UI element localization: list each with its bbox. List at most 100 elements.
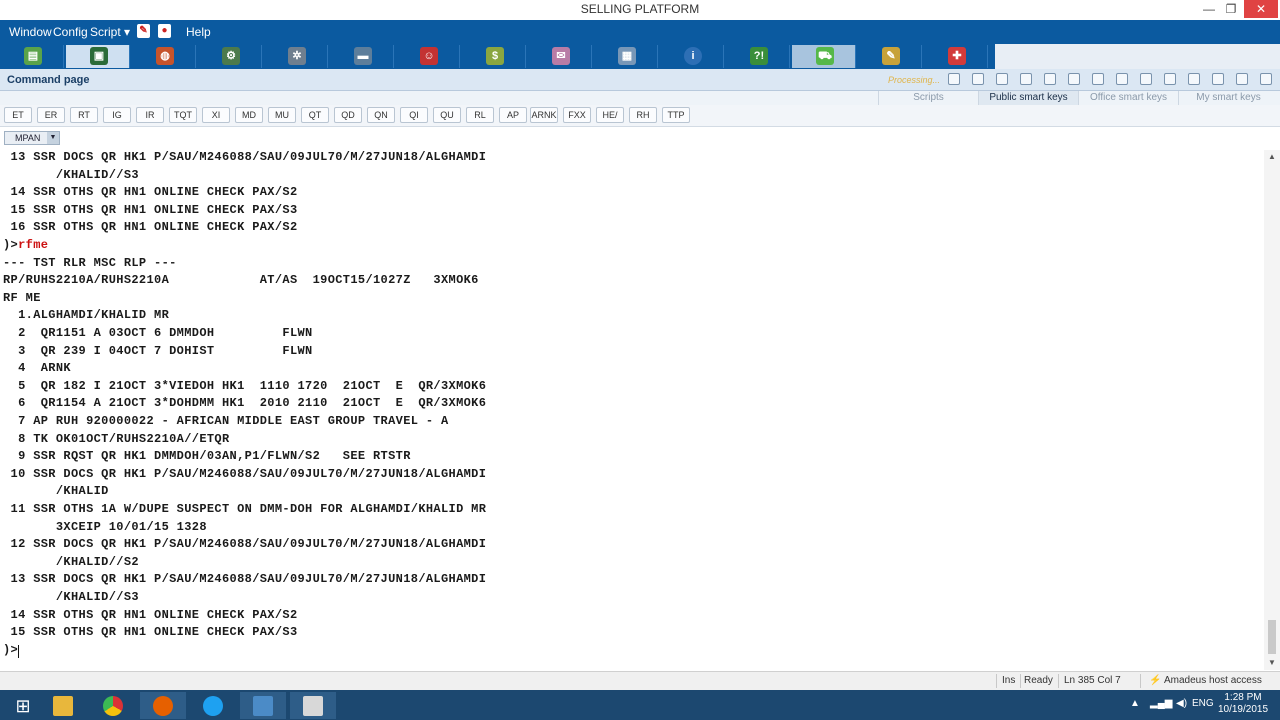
script-edit-icon[interactable]: ✎ [137, 24, 150, 38]
key-er[interactable]: ER [37, 107, 65, 123]
paste-icon[interactable] [1092, 73, 1104, 85]
mpan-dropdown[interactable]: MPAN ▼ [4, 131, 60, 145]
key-qu[interactable]: QU [433, 107, 461, 123]
command-terminal[interactable]: 13 SSR DOCS QR HK1 P/SAU/M246088/SAU/09J… [0, 150, 1264, 670]
toolbar-button-11[interactable]: i [660, 45, 724, 68]
title-bar: SELLING PLATFORM — ❐ ✕ [0, 0, 1280, 20]
scroll-up-icon[interactable]: ▲ [1264, 150, 1280, 164]
key-md[interactable]: MD [235, 107, 263, 123]
scrollbar-thumb[interactable] [1268, 620, 1276, 654]
key-rh[interactable]: RH [629, 107, 657, 123]
toolbar-button-7[interactable]: ☺ [396, 45, 460, 68]
toolbar-button-8[interactable]: $ [462, 45, 526, 68]
key-fxx[interactable]: FXX [563, 107, 591, 123]
pin-icon: ✚ [948, 47, 966, 65]
key-he[interactable]: HE/ [596, 107, 624, 123]
tab-scripts[interactable]: Scripts [878, 91, 978, 105]
toolbar-button-5[interactable]: ✲ [264, 45, 328, 68]
search-icon[interactable] [1164, 73, 1176, 85]
settings-cog-icon: ✲ [288, 47, 306, 65]
stop-icon[interactable] [948, 73, 960, 85]
key-ttp[interactable]: TTP [662, 107, 690, 123]
taskbar-clock[interactable]: 1:28 PM 10/19/2015 [1214, 692, 1272, 716]
toolbar-button-13[interactable]: ⛟ [792, 45, 856, 68]
menu-script[interactable]: Script ▾ [90, 25, 130, 39]
terminal-line: 11 SSR OTHS 1A W/DUPE SUSPECT ON DMM-DOH… [3, 502, 487, 516]
refresh-icon[interactable] [972, 73, 984, 85]
toolbar-button-3[interactable]: ◍ [132, 45, 196, 68]
list-icon[interactable] [1116, 73, 1128, 85]
options-icon[interactable] [1140, 73, 1152, 85]
terminal-line: 10 SSR DOCS QR HK1 P/SAU/M246088/SAU/09J… [3, 466, 487, 481]
scroll-down-icon[interactable]: ▼ [1264, 656, 1280, 670]
menu-window[interactable]: Window [9, 25, 52, 39]
terminal-line: RP/RUHS2210A/RUHS2210A AT/AS 19OCT15/102… [3, 273, 479, 288]
key-rt[interactable]: RT [70, 107, 98, 123]
toolbar-button-9[interactable]: ✉ [528, 45, 592, 68]
terminal-line: 15 SSR OTHS QR HN1 ONLINE CHECK PAX/S3 [3, 202, 298, 217]
key-qt[interactable]: QT [301, 107, 329, 123]
smart-keys-tabs: Scripts Public smart keys Office smart k… [0, 91, 1280, 105]
key-xi[interactable]: XI [202, 107, 230, 123]
settings-icon[interactable] [1188, 73, 1200, 85]
home-icon[interactable] [1020, 73, 1032, 85]
taskbar-selling-platform[interactable] [290, 692, 336, 719]
key-rl[interactable]: RL [466, 107, 494, 123]
toolbar-button-14[interactable]: ✎ [858, 45, 922, 68]
clear-icon[interactable] [996, 73, 1008, 85]
taskbar-amadeus[interactable] [240, 692, 286, 719]
key-tqt[interactable]: TQT [169, 107, 197, 123]
menu-config[interactable]: Config [53, 25, 88, 39]
key-qi[interactable]: QI [400, 107, 428, 123]
person-icon: ☺ [420, 47, 438, 65]
toolbar-button-12[interactable]: ?! [726, 45, 790, 68]
terminal-line: 3XCEIP 10/01/15 1328 [3, 519, 207, 534]
terminal-line: 7 AP RUH 920000022 - AFRICAN MIDDLE EAST… [3, 414, 449, 428]
toolbar-button-10[interactable]: ▦ [594, 45, 658, 68]
key-qd[interactable]: QD [334, 107, 362, 123]
restore-button[interactable]: ❐ [1220, 0, 1242, 18]
tab-public-smart-keys[interactable]: Public smart keys [978, 91, 1078, 105]
volume-icon[interactable]: ◀) [1176, 698, 1187, 709]
copy-icon[interactable] [1068, 73, 1080, 85]
taskbar-internet-explorer[interactable] [190, 692, 236, 719]
taskbar-file-explorer[interactable] [40, 692, 86, 719]
terminal-line: 14 SSR OTHS QR HN1 ONLINE CHECK PAX/S2 [3, 607, 298, 622]
mpan-label: MPAN [15, 133, 41, 143]
text-cursor [18, 644, 19, 658]
network-icon[interactable]: ▂▄▆ [1150, 698, 1172, 709]
status-separator [1020, 674, 1021, 688]
key-qn[interactable]: QN [367, 107, 395, 123]
script-record-icon[interactable]: ● [158, 24, 171, 38]
toolbar-button-4[interactable]: ⚙ [198, 45, 262, 68]
close-button[interactable]: ✕ [1244, 0, 1278, 18]
terminal-line: RF ME [3, 290, 41, 305]
key-ir[interactable]: IR [136, 107, 164, 123]
window-icon[interactable] [1212, 73, 1224, 85]
key-ap[interactable]: AP [499, 107, 527, 123]
printer-icon[interactable] [1260, 73, 1272, 85]
toolbar-button-2[interactable]: ▣ [66, 45, 130, 68]
window-title: SELLING PLATFORM [580, 2, 700, 16]
key-et[interactable]: ET [4, 107, 32, 123]
print-icon[interactable] [1044, 73, 1056, 85]
tab-my-smart-keys[interactable]: My smart keys [1178, 91, 1278, 105]
terminal-scrollbar[interactable]: ▲ ▼ [1264, 150, 1280, 670]
taskbar-firefox[interactable] [140, 692, 186, 719]
key-mu[interactable]: MU [268, 107, 296, 123]
key-arnk[interactable]: ARNK [530, 107, 558, 123]
key-ig[interactable]: IG [103, 107, 131, 123]
export-icon[interactable] [1236, 73, 1248, 85]
toolbar-button-15[interactable]: ✚ [924, 45, 988, 68]
tray-language[interactable]: ENG [1192, 698, 1214, 709]
menu-help[interactable]: Help [186, 25, 211, 39]
toolbar-button-1[interactable]: ▤ [0, 45, 64, 68]
tab-office-smart-keys[interactable]: Office smart keys [1078, 91, 1178, 105]
file-explorer-icon [53, 696, 73, 716]
taskbar-chrome[interactable] [90, 692, 136, 719]
tray-up-icon[interactable]: ▲ [1130, 698, 1140, 709]
toolbar-button-6[interactable]: ▬ [330, 45, 394, 68]
pencil-icon: ✎ [882, 47, 900, 65]
internet-explorer-icon [203, 696, 223, 716]
minimize-button[interactable]: — [1198, 0, 1220, 18]
